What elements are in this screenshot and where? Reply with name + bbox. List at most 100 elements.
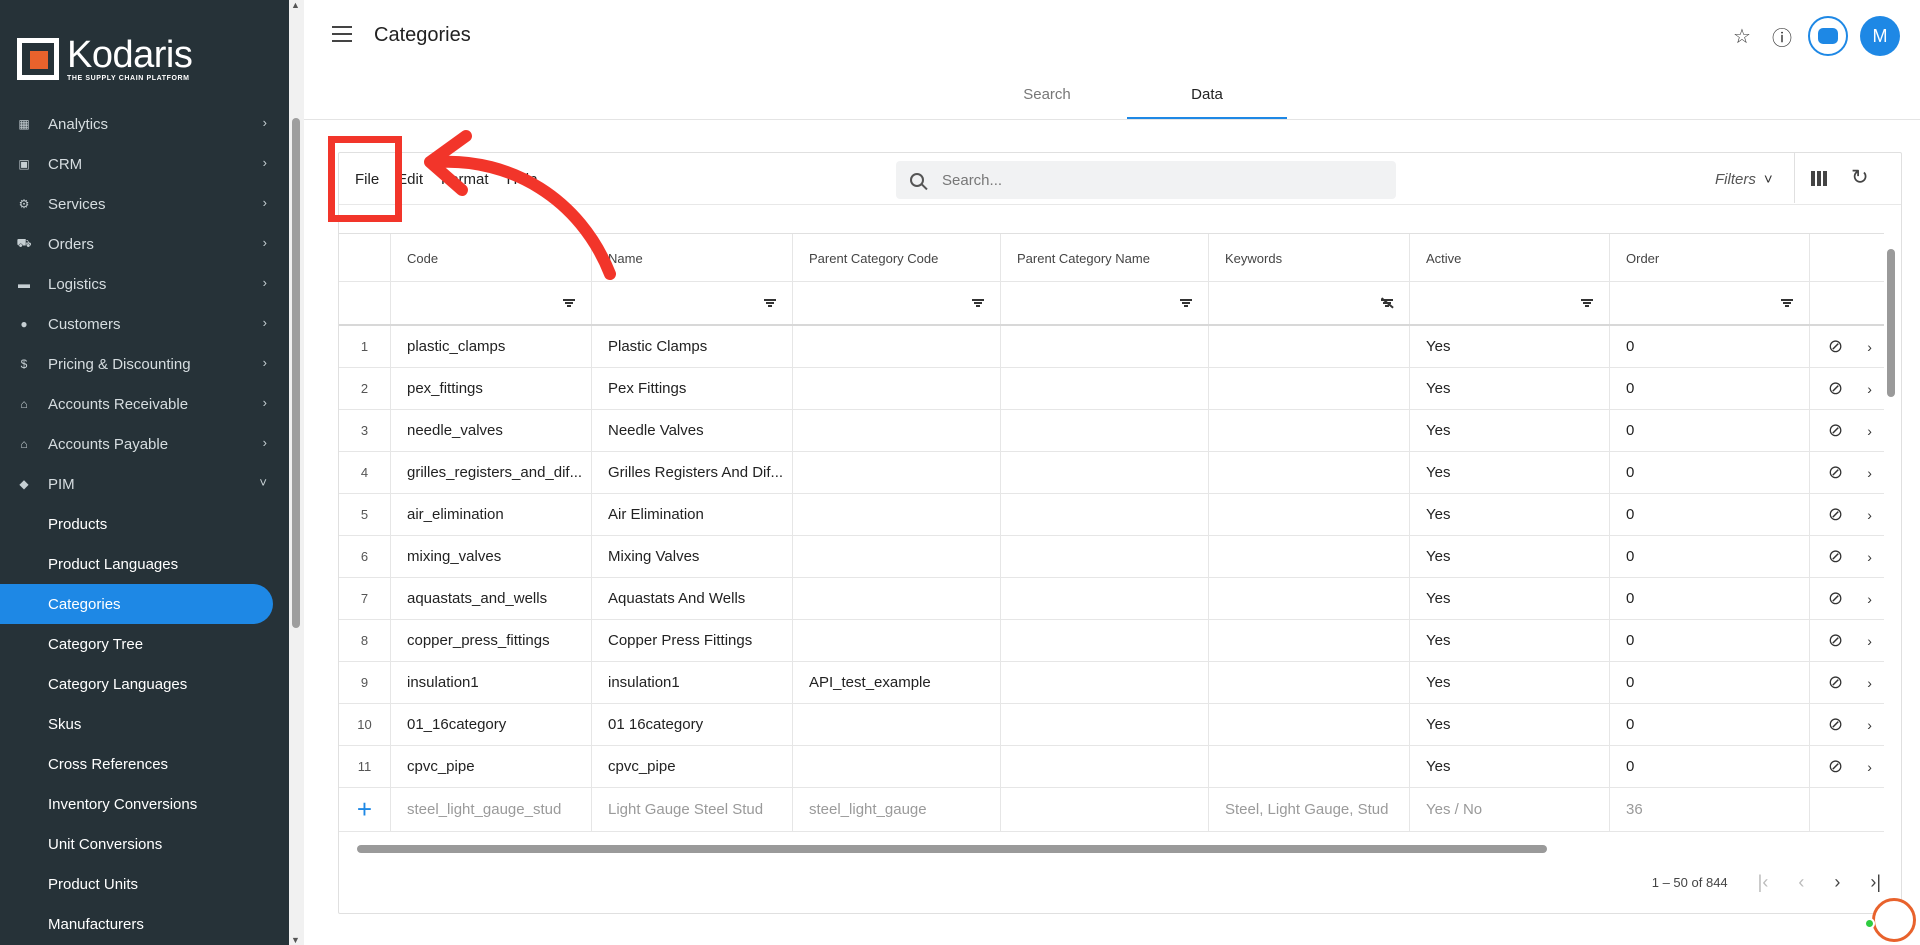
cell-parent-code[interactable] [793,746,1001,787]
chevron-right-icon[interactable]: › [1867,549,1872,565]
cell-parent-code[interactable] [793,410,1001,451]
chevron-right-icon[interactable]: › [1867,339,1872,355]
cell-active[interactable]: Yes [1410,452,1610,493]
cell-keywords[interactable] [1209,368,1410,409]
sidebar-item-accounts-payable[interactable]: ⌂ Accounts Payable › [0,424,289,464]
cell-code[interactable]: grilles_registers_and_dif... [391,452,592,493]
cell-code[interactable]: plastic_clamps [391,326,592,367]
scroll-down-icon[interactable]: ▼ [291,935,300,945]
avatar[interactable]: M [1860,16,1900,56]
sidebar-item-crm[interactable]: ▣ CRM › [0,144,289,184]
cell-active[interactable]: Yes [1410,704,1610,745]
sidebar-item-customers[interactable]: ● Customers › [0,304,289,344]
chevron-right-icon[interactable]: › [1867,717,1872,733]
cell-keywords[interactable] [1209,704,1410,745]
table-row[interactable]: 6 mixing_valves Mixing Valves Yes 0 ⊘ › [339,536,1884,578]
cell-code[interactable]: air_elimination [391,494,592,535]
chevron-right-icon[interactable]: › [1867,759,1872,775]
cell-code[interactable]: aquastats_and_wells [391,578,592,619]
cell-keywords[interactable] [1209,326,1410,367]
table-row[interactable]: 9 insulation1 insulation1 API_test_example Y… [339,662,1884,704]
new-row-code[interactable]: steel_light_gauge_stud [391,788,592,831]
cell-parent-code[interactable] [793,578,1001,619]
cell-name[interactable]: Air Elimination [592,494,793,535]
refresh-icon[interactable]: ↻ [1851,165,1869,190]
cell-name[interactable]: Plastic Clamps [592,326,793,367]
attachment-icon[interactable]: ⊘ [1828,714,1843,735]
sidebar-item-cross-references[interactable]: Cross References [0,744,289,784]
cell-parent-code[interactable] [793,494,1001,535]
cell-keywords[interactable] [1209,662,1410,703]
cell-active[interactable]: Yes [1410,662,1610,703]
column-header-order[interactable]: Order [1610,234,1810,282]
filter-off-icon[interactable] [1381,299,1393,307]
sidebar-item-product-units[interactable]: Product Units [0,864,289,904]
table-row[interactable]: 5 air_elimination Air Elimination Yes 0 ⊘ › [339,494,1884,536]
cell-name[interactable]: Grilles Registers And Dif... [592,452,793,493]
cell-parent-name[interactable] [1001,746,1209,787]
column-header-active[interactable]: Active [1410,234,1610,282]
cell-parent-name[interactable] [1001,368,1209,409]
cell-keywords[interactable] [1209,494,1410,535]
filter-icon[interactable] [764,299,776,307]
new-row-order[interactable]: 36 [1610,788,1810,831]
table-row[interactable]: 3 needle_valves Needle Valves Yes 0 ⊘ › [339,410,1884,452]
sidebar-item-inventory-conversions[interactable]: Inventory Conversions [0,784,289,824]
attachment-icon[interactable]: ⊘ [1828,546,1843,567]
table-row[interactable]: 2 pex_fittings Pex Fittings Yes 0 ⊘ › [339,368,1884,410]
cell-name[interactable]: insulation1 [592,662,793,703]
new-row[interactable]: + steel_light_gauge_stud Light Gauge Ste… [339,788,1884,832]
cell-code[interactable]: insulation1 [391,662,592,703]
cell-active[interactable]: Yes [1410,494,1610,535]
kodaris-logo[interactable]: Kodaris THE SUPPLY CHAIN PLATFORM [17,36,193,82]
cell-keywords[interactable] [1209,536,1410,577]
cell-keywords[interactable] [1209,410,1410,451]
cell-name[interactable]: 01 16category [592,704,793,745]
sidebar-item-categories[interactable]: Categories [0,584,273,624]
cell-order[interactable]: 0 [1610,326,1810,367]
cell-parent-name[interactable] [1001,410,1209,451]
cell-code[interactable]: needle_valves [391,410,592,451]
cell-name[interactable]: Aquastats And Wells [592,578,793,619]
table-row[interactable]: 8 copper_press_fittings Copper Press Fitti… [339,620,1884,662]
chevron-right-icon[interactable]: › [1867,423,1872,439]
cell-parent-code[interactable] [793,704,1001,745]
last-page-icon[interactable]: ›| [1870,872,1881,893]
new-row-parent-code[interactable]: steel_light_gauge [793,788,1001,831]
cell-active[interactable]: Yes [1410,326,1610,367]
search-input[interactable]: Search... [896,161,1396,199]
cell-keywords[interactable] [1209,452,1410,493]
sidebar-item-category-tree[interactable]: Category Tree [0,624,289,664]
chat-support-icon[interactable] [1872,898,1916,942]
scroll-up-icon[interactable]: ▲ [291,0,300,10]
attachment-icon[interactable]: ⊘ [1828,630,1843,651]
help-icon[interactable]: ⓘ [1768,22,1796,50]
star-icon[interactable]: ☆ [1728,22,1756,50]
prev-page-icon[interactable]: ‹ [1798,872,1804,893]
filter-icon[interactable] [1781,299,1793,307]
filter-icon[interactable] [563,299,575,307]
cell-name[interactable]: Pex Fittings [592,368,793,409]
table-row[interactable]: 1 plastic_clamps Plastic Clamps Yes 0 ⊘ › [339,326,1884,368]
cell-order[interactable]: 0 [1610,746,1810,787]
cell-parent-name[interactable] [1001,578,1209,619]
sidebar-item-orders[interactable]: ⛟ Orders › [0,224,289,264]
cell-name[interactable]: cpvc_pipe [592,746,793,787]
sidebar-item-pricing[interactable]: $ Pricing & Discounting › [0,344,289,384]
cell-keywords[interactable] [1209,578,1410,619]
cell-parent-code[interactable]: API_test_example [793,662,1001,703]
chevron-right-icon[interactable]: › [1867,381,1872,397]
add-row-icon[interactable]: + [339,788,391,831]
cell-code[interactable]: cpvc_pipe [391,746,592,787]
cell-order[interactable]: 0 [1610,620,1810,661]
cell-active[interactable]: Yes [1410,578,1610,619]
tab-search[interactable]: Search [967,78,1127,119]
attachment-icon[interactable]: ⊘ [1828,462,1843,483]
grid-vertical-scrollbar[interactable] [1884,233,1899,827]
column-header-keywords[interactable]: Keywords [1209,234,1410,282]
table-row[interactable]: 11 cpvc_pipe cpvc_pipe Yes 0 ⊘ › [339,746,1884,788]
cell-keywords[interactable] [1209,620,1410,661]
chevron-right-icon[interactable]: › [1867,675,1872,691]
table-row[interactable]: 7 aquastats_and_wells Aquastats And Wells Y… [339,578,1884,620]
cell-parent-name[interactable] [1001,704,1209,745]
